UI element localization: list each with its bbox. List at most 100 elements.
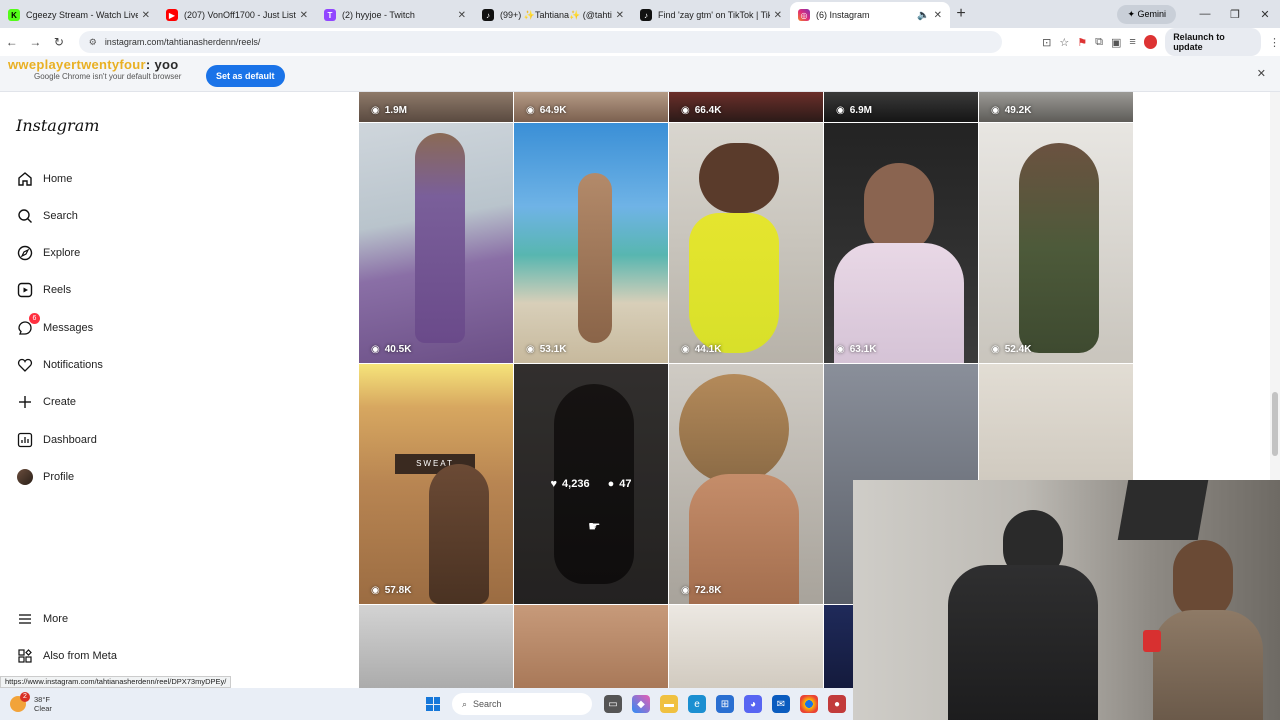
eye-icon: ◉: [681, 585, 690, 596]
mail-icon[interactable]: ✉: [772, 695, 790, 713]
sidebar-item-search[interactable]: Search: [16, 205, 78, 227]
site-info-icon[interactable]: ⚙: [89, 37, 97, 48]
sidebar-item-label: Search: [43, 210, 78, 222]
close-tab-icon[interactable]: ✕: [934, 10, 942, 21]
explore-icon: [16, 244, 34, 262]
reload-icon[interactable]: ↻: [47, 35, 71, 49]
sidebar-item-notifications[interactable]: Notifications: [16, 354, 103, 376]
sidebar-item-home[interactable]: Home: [16, 168, 72, 190]
windows-start-icon[interactable]: [426, 697, 440, 711]
reel-thumbnail[interactable]: ◉ 40.5K: [359, 123, 513, 363]
store-icon[interactable]: ⊞: [716, 695, 734, 713]
sidebar-item-label: Dashboard: [43, 434, 97, 446]
sidebar-item-messages[interactable]: 6 Messages: [16, 313, 94, 339]
taskbar-search-placeholder: Search: [473, 699, 502, 709]
close-tab-icon[interactable]: ✕: [458, 10, 466, 21]
profile-avatar[interactable]: [1143, 35, 1158, 49]
stream-chat-overlay: wweplayertwentyfour: yoo: [8, 57, 178, 72]
sidebar-item-reels[interactable]: Reels: [16, 279, 71, 301]
file-explorer-icon[interactable]: ▬: [660, 695, 678, 713]
close-tab-icon[interactable]: ✕: [142, 10, 150, 21]
plus-icon: [16, 393, 34, 411]
install-icon[interactable]: ⊡: [1042, 36, 1051, 49]
reel-thumbnail[interactable]: [514, 605, 668, 688]
reel-thumbnail[interactable]: ◉ 64.9K: [514, 92, 668, 122]
reel-thumbnail[interactable]: ◉ 1.9M: [359, 92, 513, 122]
tiktok-icon: ♪: [482, 9, 494, 21]
view-count: ◉ 64.9K: [526, 105, 567, 116]
media-controls-icon[interactable]: ≡: [1129, 36, 1135, 48]
sidebar-item-more[interactable]: More: [16, 608, 68, 630]
reel-thumbnail-hovered[interactable]: ♥ 4,236 ● 47 ☛: [514, 364, 668, 604]
tab-title: (99+) ✨Tahtiana✨ (@tahtian: [500, 9, 612, 20]
reel-thumbnail[interactable]: SWEAT ◉ 57.8K: [359, 364, 513, 604]
relaunch-button[interactable]: Relaunch to update: [1165, 28, 1262, 56]
new-tab-button[interactable]: +: [950, 5, 972, 23]
edge-icon[interactable]: e: [688, 695, 706, 713]
back-icon[interactable]: ←: [0, 35, 24, 49]
address-bar[interactable]: ⚙ instagram.com/tahtianasherdenn/reels/: [78, 31, 1003, 53]
bookmark-star-icon[interactable]: ☆: [1059, 36, 1069, 49]
browser-tab[interactable]: ▶ (207) VonOff1700 - Just Listen ✕: [158, 2, 316, 28]
mouse-cursor-icon: ☛: [588, 518, 601, 534]
close-window-icon[interactable]: ✕: [1250, 8, 1280, 21]
sidebar-item-create[interactable]: Create: [16, 391, 76, 413]
menu-kebab-icon[interactable]: ⋮: [1269, 36, 1280, 49]
sidebar-item-explore[interactable]: Explore: [16, 242, 80, 264]
close-tab-icon[interactable]: ✕: [774, 10, 782, 21]
browser-tab[interactable]: ♪ Find 'zay gtm' on TikTok | TikTo ✕: [632, 2, 790, 28]
sidebar-item-dashboard[interactable]: Dashboard: [16, 429, 97, 451]
view-count: ◉ 52.4K: [991, 344, 1032, 355]
reel-thumbnail[interactable]: ◉ 44.1K: [669, 123, 823, 363]
view-count: ◉ 66.4K: [681, 105, 722, 116]
eye-icon: ◉: [371, 105, 380, 116]
discord-icon[interactable]: ◕: [744, 695, 762, 713]
browser-tab-active[interactable]: ◎ (6) Instagram 🔈 ✕: [790, 2, 950, 28]
default-browser-infobar: [0, 56, 1280, 92]
reel-thumbnail[interactable]: [669, 605, 823, 688]
copilot-icon[interactable]: ◆: [632, 695, 650, 713]
reel-thumbnail[interactable]: [359, 605, 513, 688]
close-tab-icon[interactable]: ✕: [616, 10, 624, 21]
sidebar-item-label: Also from Meta: [43, 650, 117, 662]
set-as-default-button[interactable]: Set as default: [206, 65, 285, 87]
forward-icon[interactable]: →: [24, 35, 48, 49]
messages-badge: 6: [29, 313, 40, 324]
infobar-close-icon[interactable]: ✕: [1257, 67, 1266, 80]
sidebar-item-profile[interactable]: Profile: [16, 466, 74, 488]
mute-tab-icon[interactable]: 🔈: [917, 10, 929, 21]
instagram-icon: ◎: [798, 9, 810, 21]
kick-icon: K: [8, 9, 20, 21]
reel-thumbnail[interactable]: ◉ 53.1K: [514, 123, 668, 363]
tab-title: (2) hyyjoe - Twitch: [342, 10, 415, 20]
reel-thumbnail[interactable]: ◉ 72.8K: [669, 364, 823, 604]
scrollbar-thumb[interactable]: [1272, 392, 1278, 456]
browser-tab[interactable]: ♪ (99+) ✨Tahtiana✨ (@tahtian ✕: [474, 2, 632, 28]
search-icon: ⌕: [462, 698, 468, 709]
reel-thumbnail[interactable]: ◉ 66.4K: [669, 92, 823, 122]
twitch-icon: T: [324, 9, 336, 21]
reel-thumbnail[interactable]: ◉ 6.9M: [824, 92, 978, 122]
extensions-puzzle-icon[interactable]: ⧉: [1095, 36, 1103, 49]
instagram-logo[interactable]: Instagram: [16, 116, 99, 135]
eye-icon: ◉: [836, 344, 845, 355]
heart-filled-icon: ♥: [550, 478, 558, 490]
browser-tab[interactable]: K Cgeezy Stream - Watch Live on ✕: [0, 2, 158, 28]
sidebar-item-also-from-meta[interactable]: Also from Meta: [16, 645, 117, 667]
restore-icon[interactable]: ❐: [1220, 8, 1250, 21]
gemini-button[interactable]: ✦ Gemini: [1117, 4, 1176, 24]
taskbar-search[interactable]: ⌕ Search: [452, 693, 592, 715]
browser-tab[interactable]: T (2) hyyjoe - Twitch ✕: [316, 2, 474, 28]
minimize-icon[interactable]: —: [1190, 8, 1220, 20]
app-icon[interactable]: ●: [828, 695, 846, 713]
split-view-icon[interactable]: ▣: [1111, 36, 1121, 49]
extension-icon[interactable]: ⚑: [1077, 36, 1087, 49]
chrome-icon[interactable]: [800, 695, 818, 713]
reel-thumbnail[interactable]: ◉ 49.2K: [979, 92, 1133, 122]
view-count: ◉ 1.9M: [371, 105, 407, 116]
close-tab-icon[interactable]: ✕: [300, 10, 308, 21]
reel-thumbnail[interactable]: ◉ 63.1K: [824, 123, 978, 363]
reel-thumbnail[interactable]: ◉ 52.4K: [979, 123, 1133, 363]
sidebar-item-label: Messages: [43, 322, 94, 334]
task-view-icon[interactable]: ▭: [604, 695, 622, 713]
